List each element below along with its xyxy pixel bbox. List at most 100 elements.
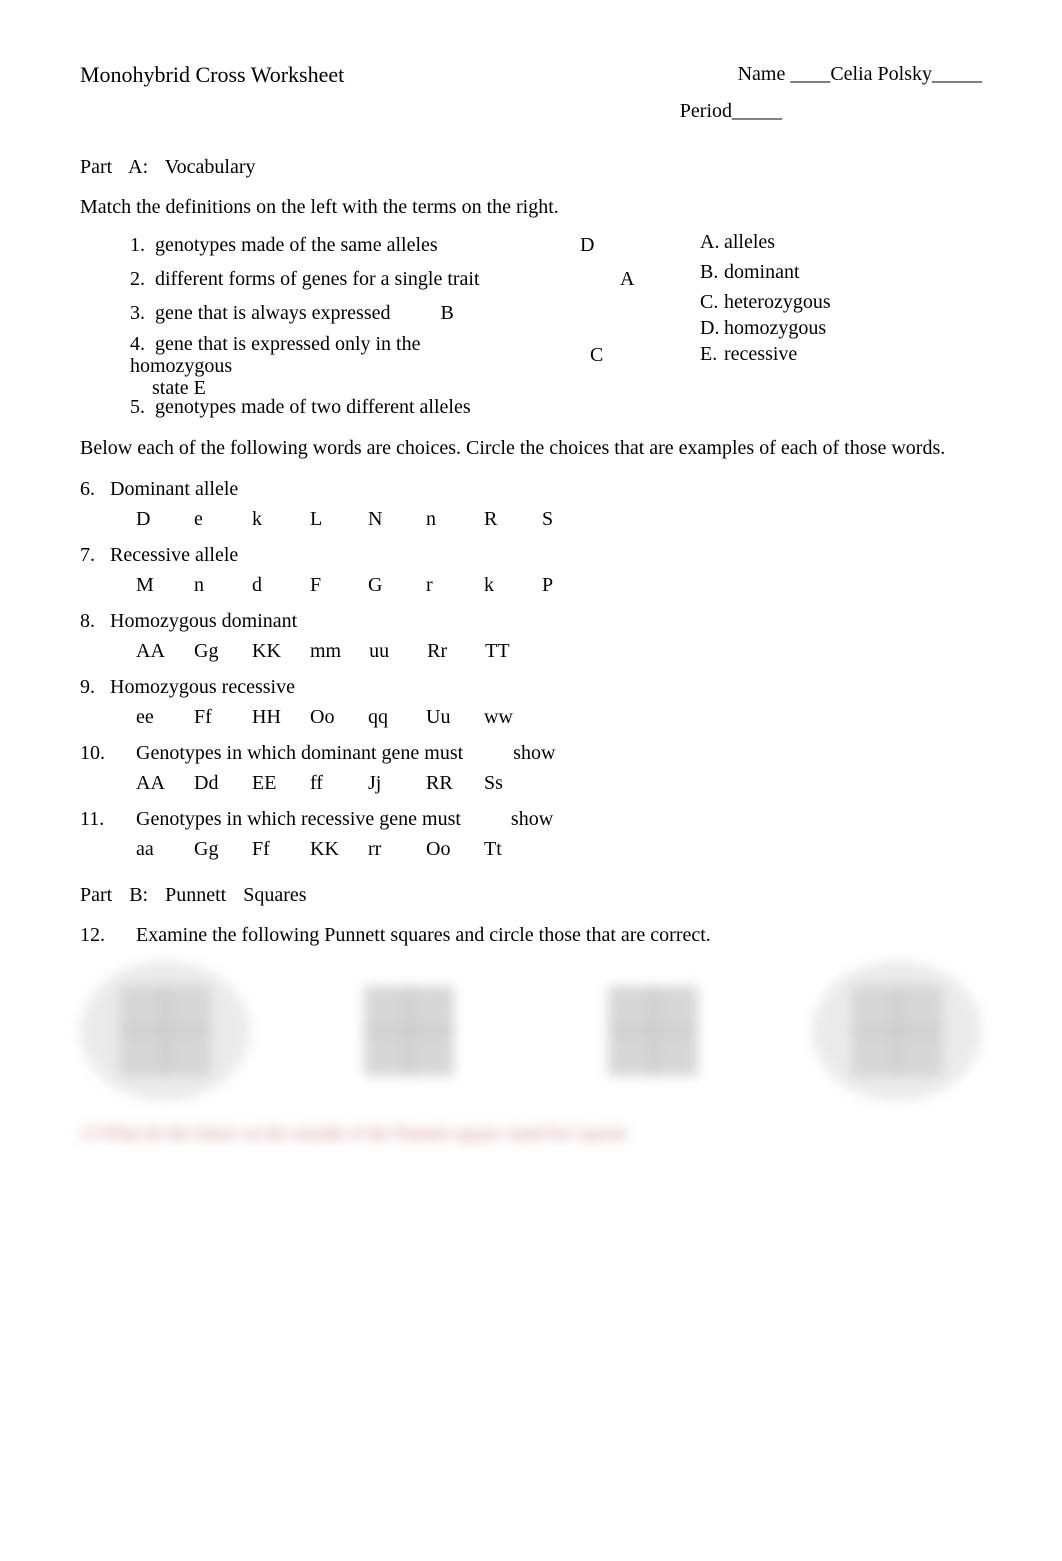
def-3-ans-inline: B [440,302,453,324]
q11-c5: Oo [426,835,456,863]
q11-choices: aa Gg Ff KK rr Oo Tt [80,835,982,863]
q11-num: 11. [80,805,116,833]
q6-title: Dominant allele [110,478,238,500]
part-b-text2: Squares [243,884,306,906]
q7-c3: F [310,571,340,599]
punnett-1 [80,961,250,1101]
q8-choices: AA Gg KK mm uu Rr TT [80,637,982,665]
term-e: E.recessive [700,343,982,365]
q7-c1: n [194,571,224,599]
q9-c3: Oo [310,703,340,731]
q8-title: Homozygous dominant [110,610,297,632]
q10-c0: AA [136,769,166,797]
term-c-letter: C. [700,291,724,313]
q9-c2: HH [252,703,282,731]
q6-c5: n [426,505,456,533]
q11-c2: Ff [252,835,282,863]
q10-trail: show [513,739,555,767]
q8-c4: uu [369,637,399,665]
q11-c1: Gg [194,835,224,863]
def-1-num: 1. [130,234,145,256]
part-b-part: Part [80,884,112,906]
def-5-num: 5. [130,396,145,418]
q9-c6: ww [484,703,514,731]
q9-num: 9. [80,673,110,701]
punnett-4 [812,961,982,1101]
q6-c7: S [542,505,572,533]
q9-title: Homozygous recessive [110,676,295,698]
q8: 8.Homozygous dominant AA Gg KK mm uu Rr … [80,607,982,665]
q6-c0: D [136,505,166,533]
q12-text: Examine the following Punnett squares an… [136,921,711,949]
def-5-text: genotypes made of two different alleles [155,396,471,418]
term-e-text: recessive [724,343,797,365]
q8-c6: TT [485,637,515,665]
q8-num: 8. [80,607,110,635]
def-4-text: gene that is expressed only in the homoz… [130,333,421,377]
q11-c0: aa [136,835,166,863]
term-b: B.dominant [700,261,982,283]
q9: 9.Homozygous recessive ee Ff HH Oo qq Uu… [80,673,982,731]
student-name: Celia Polsky [830,63,932,85]
q8-c3: mm [310,637,341,665]
q7-title: Recessive allele [110,544,238,566]
q9-c4: qq [368,703,398,731]
q6-choices: D e k L N n R S [80,505,982,533]
q11-c3: KK [310,835,340,863]
circle-instructions: Below each of the following words are ch… [80,435,982,461]
part-a-text: Vocabulary [165,156,256,178]
q7-c5: r [426,571,456,599]
q11-c6: Tt [484,835,514,863]
name-trail: _____ [932,63,982,85]
term-b-text: dominant [724,261,800,283]
q10-c5: RR [426,769,456,797]
part-b-heading: Part B: Punnett Squares [80,881,982,909]
q12-num: 12. [80,921,116,949]
q7-c2: d [252,571,282,599]
q11-title: Genotypes in which recessive gene must [136,805,461,833]
term-d-text: homozygous [724,317,826,339]
q9-choices: ee Ff HH Oo qq Uu ww [80,703,982,731]
q7-c6: k [484,571,514,599]
q6-c4: N [368,505,398,533]
q7: 7.Recessive allele M n d F G r k P [80,541,982,599]
term-a: A.alleles [700,231,982,253]
q10: 10. Genotypes in which dominant gene mus… [80,739,982,797]
term-c: C.heterozygous [700,291,982,313]
q8-c1: Gg [194,637,224,665]
punnett-squares-row [80,961,982,1101]
q11: 11. Genotypes in which recessive gene mu… [80,805,982,863]
term-a-letter: A. [700,231,724,253]
matching-section: 1. genotypes made of the same alleles 2.… [80,231,982,427]
def-3-num: 3. [130,302,145,324]
name-line: Name ____Celia Polsky_____ [738,60,982,91]
term-a-text: alleles [724,231,775,253]
q10-c1: Dd [194,769,224,797]
def-1-text: genotypes made of the same alleles [155,234,438,256]
term-b-letter: B. [700,261,724,283]
q8-c0: AA [136,637,166,665]
def-1: 1. genotypes made of the same alleles [130,231,520,259]
def-2-num: 2. [130,268,145,290]
q8-c5: Rr [427,637,457,665]
q7-num: 7. [80,541,110,569]
period-label: Period_____ [680,100,782,122]
part-a-part: Part [80,156,112,178]
punnett-3 [568,961,738,1101]
q10-c4: Jj [368,769,398,797]
ans-1: D [550,231,670,261]
part-b-text1: Punnett [165,884,226,906]
header-row: Monohybrid Cross Worksheet Name ____Celi… [80,60,982,91]
term-d: D.homozygous [700,317,982,339]
q10-title: Genotypes in which dominant gene must [136,739,463,767]
def-5: 5. genotypes made of two different allel… [130,393,520,421]
q6-c1: e [194,505,224,533]
term-c-text: heterozygous [724,291,831,313]
q9-c5: Uu [426,703,456,731]
worksheet-title: Monohybrid Cross Worksheet [80,60,344,91]
q6-num: 6. [80,475,110,503]
match-instructions: Match the definitions on the left with t… [80,193,982,221]
q9-c0: ee [136,703,166,731]
q12: 12. Examine the following Punnett square… [80,921,982,949]
q7-choices: M n d F G r k P [80,571,982,599]
